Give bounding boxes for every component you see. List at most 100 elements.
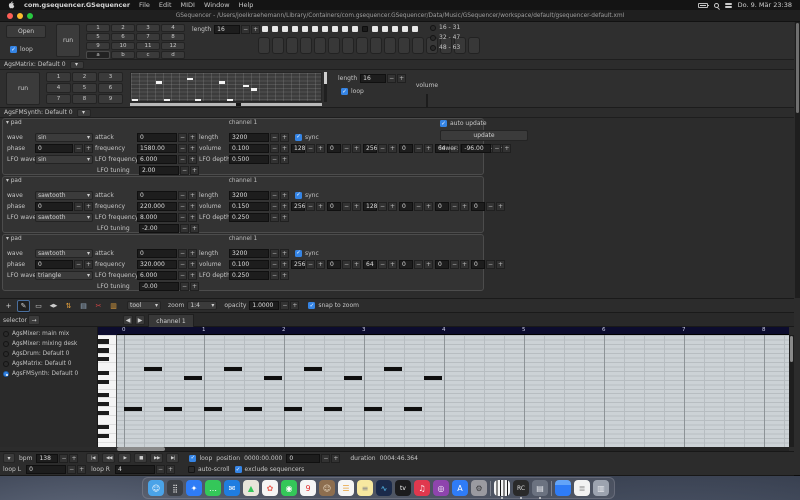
pad-expander[interactable]: ▾ pad — [6, 178, 22, 184]
length-spinner-value[interactable]: 3200 — [229, 133, 269, 142]
active-app-menu[interactable]: com.gsequencer.GSequencer — [24, 1, 130, 9]
attack-spinner-value[interactable]: 0 — [137, 133, 177, 142]
copy-button[interactable]: ▤ — [77, 300, 90, 312]
dock-icon-audio-rack-app[interactable]: RC — [513, 480, 529, 496]
drum-step-led-10[interactable] — [352, 26, 358, 32]
lfo-wave-dropdown[interactable]: triangle▾ — [35, 271, 93, 280]
matrix-pattern-grid[interactable] — [130, 72, 322, 102]
dock-icon-document[interactable]: ≣ — [574, 480, 590, 496]
drum-pad-4[interactable]: 4 — [161, 24, 185, 32]
volume-spinner-increment[interactable]: + — [280, 202, 289, 211]
synth-param-2-value[interactable]: 0 — [327, 202, 341, 211]
drum-step-led-13[interactable] — [382, 26, 388, 32]
bank-radio-16-31[interactable]: 16 - 31 — [430, 24, 460, 31]
update-button[interactable]: update — [440, 130, 528, 141]
snap-to-zoom-toggle[interactable]: ✓ snap to zoom — [308, 302, 359, 309]
note[interactable] — [124, 407, 142, 411]
battery-icon[interactable] — [698, 3, 708, 8]
volume-spinner-value[interactable]: 0.150 — [229, 202, 269, 211]
machine-radio[interactable] — [3, 331, 9, 337]
dock-icon-mail[interactable]: ✉ — [224, 480, 240, 496]
matrix-pad-1[interactable]: 1 — [46, 72, 71, 82]
synth-param-3-value[interactable]: 256 — [363, 144, 377, 153]
synth-param-1-value[interactable]: 128 — [291, 144, 305, 153]
bpm-value[interactable]: 138 — [36, 454, 58, 463]
exclude-sequencers-checkbox[interactable]: ✓ — [235, 466, 242, 473]
jump-forward-button[interactable]: ▶| — [166, 453, 179, 463]
drum-pattern-pad-5[interactable] — [314, 37, 326, 54]
volume-spinner-decrement[interactable]: − — [270, 260, 279, 269]
dock-icon-system-settings[interactable]: ⚙ — [471, 480, 487, 496]
menu-item-midi[interactable]: MIDI — [181, 1, 195, 9]
length-spinner-increment[interactable]: + — [280, 191, 289, 200]
matrix-pad-5[interactable]: 5 — [72, 83, 97, 93]
lfo-depth-spinner-decrement[interactable]: − — [270, 271, 279, 280]
synth-param-2-increment[interactable]: + — [352, 260, 361, 269]
lfo-depth-spinner-decrement[interactable]: − — [270, 155, 279, 164]
synth-param-6-decrement[interactable]: − — [486, 202, 495, 211]
menu-item-window[interactable]: Window — [204, 1, 230, 9]
dock-icon-podcasts[interactable]: ◎ — [433, 480, 449, 496]
synth-param-5-decrement[interactable]: − — [450, 260, 459, 269]
synth-param-4-decrement[interactable]: − — [414, 260, 423, 269]
matrix-pad-6[interactable]: 6 — [98, 83, 123, 93]
machine-radio[interactable] — [3, 361, 9, 367]
lfo-frequency-spinner-value[interactable]: 6.000 — [137, 271, 177, 280]
lfo-frequency-spinner-increment[interactable]: + — [188, 155, 197, 164]
dock-icon-safari[interactable]: ✦ — [186, 480, 202, 496]
matrix-loop-toggle[interactable]: ✓ loop — [341, 88, 364, 95]
matrix-cell[interactable] — [164, 99, 170, 102]
machine-item[interactable]: AgsMixer: mixing desk — [0, 339, 97, 349]
lfo-frequency-spinner-increment[interactable]: + — [188, 271, 197, 280]
dock-icon-launchpad[interactable]: ⣿ — [167, 480, 183, 496]
phase-spinner-decrement[interactable]: − — [74, 260, 83, 269]
black-key[interactable] — [98, 380, 109, 384]
note[interactable] — [184, 376, 202, 380]
notation-vertical-scrollbar[interactable] — [789, 335, 794, 447]
lfo-tuning-spinner-increment[interactable]: + — [190, 282, 199, 291]
matrix-run-button[interactable]: run — [6, 72, 40, 105]
dock-icon-calendar[interactable]: 9 — [300, 480, 316, 496]
length-spinner-decrement[interactable]: − — [270, 133, 279, 142]
note[interactable] — [164, 407, 182, 411]
synth-param-4-decrement[interactable]: − — [414, 202, 423, 211]
drum-length-value[interactable]: 16 — [214, 25, 240, 34]
drum-loop-checkbox[interactable]: ✓ — [10, 46, 17, 53]
dock-icon-contacts[interactable]: ☺ — [319, 480, 335, 496]
opacity-decrement[interactable]: − — [280, 301, 289, 310]
synth-param-3-value[interactable]: 64 — [363, 260, 377, 269]
attack-spinner-decrement[interactable]: − — [178, 133, 187, 142]
matrix-length-increment[interactable]: + — [397, 74, 406, 83]
drum-length-decrement[interactable]: − — [241, 25, 250, 34]
phase-spinner-value[interactable]: 0 — [35, 260, 73, 269]
auto-update-checkbox[interactable]: ✓ — [440, 120, 447, 127]
window-titlebar[interactable]: GSequencer - /Users/joelkraehemann/Libra… — [0, 10, 800, 22]
control-center-icon[interactable] — [725, 3, 732, 8]
black-key[interactable] — [98, 393, 109, 397]
sync-toggle[interactable]: ✓sync — [295, 250, 319, 257]
length-spinner-value[interactable]: 3200 — [229, 249, 269, 258]
synth-param-3-increment[interactable]: + — [388, 202, 397, 211]
black-key[interactable] — [98, 402, 109, 406]
loop-right-value[interactable]: 4 — [115, 465, 155, 474]
synth-param-5-increment[interactable]: + — [460, 260, 469, 269]
maximize-window-button[interactable] — [27, 13, 33, 19]
lfo-depth-spinner-increment[interactable]: + — [280, 213, 289, 222]
attack-spinner-decrement[interactable]: − — [178, 191, 187, 200]
edit-tool[interactable]: ✎ — [17, 300, 30, 312]
sync-checkbox[interactable]: ✓ — [295, 192, 302, 199]
clear-tool[interactable]: ▭ — [32, 300, 45, 312]
frequency-spinner-increment[interactable]: + — [188, 202, 197, 211]
lower-value[interactable]: -96.00 — [461, 144, 491, 153]
lfo-depth-spinner-value[interactable]: 0.500 — [229, 155, 269, 164]
drum-loop-toggle[interactable]: ✓ loop — [10, 46, 33, 53]
loop-right-increment[interactable]: + — [166, 465, 175, 474]
note[interactable] — [284, 407, 302, 411]
synth-param-3-increment[interactable]: + — [388, 260, 397, 269]
matrix-cell[interactable] — [219, 81, 225, 84]
black-key[interactable] — [98, 425, 109, 429]
loop-left-decrement[interactable]: − — [67, 465, 76, 474]
synth-param-2-value[interactable]: 0 — [327, 260, 341, 269]
drum-pattern-pad-1[interactable] — [258, 37, 270, 54]
dock-icon-audio-mixer-app[interactable]: ▤ — [532, 480, 548, 496]
